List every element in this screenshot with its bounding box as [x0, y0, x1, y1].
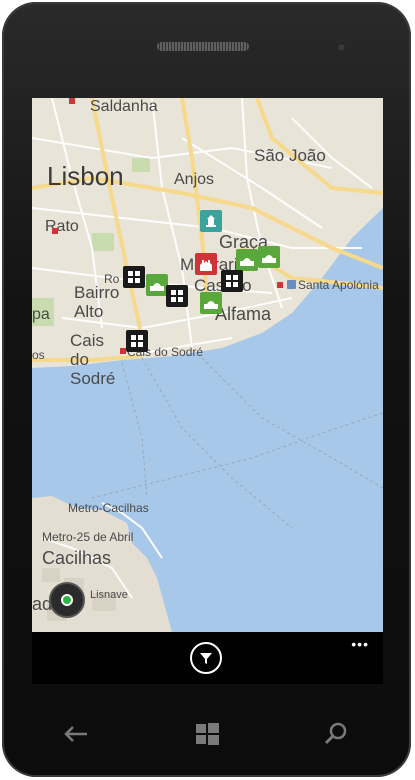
front-camera [337, 43, 346, 52]
map-label-cais-do-sodre: Cais do Sodré [70, 331, 116, 388]
location-dot-icon [61, 594, 73, 606]
monument-icon [206, 215, 216, 227]
map-label-rato: Rato [45, 218, 79, 235]
mosque-pin[interactable] [200, 292, 222, 314]
earpiece [157, 42, 249, 51]
mosque-pin[interactable] [146, 274, 168, 296]
map-label-saldanha: Saldanha [90, 98, 158, 115]
museum-pin[interactable] [123, 266, 145, 288]
church-pin[interactable] [195, 253, 217, 275]
map-label-bairro-alto: Bairro Alto [74, 283, 120, 321]
map-label-lisbon: Lisbon [47, 161, 124, 191]
metro-marker [120, 348, 126, 354]
mosque-icon [240, 258, 254, 266]
mosque-icon [204, 301, 218, 309]
filter-button[interactable] [190, 642, 222, 674]
window-grid-icon [226, 275, 238, 287]
window-grid-icon [128, 271, 140, 283]
landmark-pin[interactable] [200, 210, 222, 232]
metro-marker [52, 228, 58, 234]
filter-icon [200, 653, 212, 664]
mosque-icon [150, 283, 164, 291]
windows-logo-icon [196, 723, 219, 745]
map-label-anjos: Anjos [174, 171, 215, 188]
map-label-alfama: Alfama [215, 304, 272, 324]
map-label-santa-apolonia: Santa Apolónia [298, 278, 379, 292]
metro-marker [69, 98, 75, 104]
map-view[interactable]: Saldanha Lisbon Anjos São João Rato Graç… [32, 98, 383, 632]
mosque-pin[interactable] [236, 249, 258, 271]
museum-pin[interactable] [221, 270, 243, 292]
locate-me-button[interactable] [49, 582, 85, 618]
more-options-button[interactable]: ••• [351, 636, 369, 652]
app-bar: ••• [32, 632, 383, 684]
map-label-partial-pa: pa [32, 306, 50, 323]
search-icon [324, 722, 347, 745]
map-label-partial-os: os [32, 348, 45, 362]
map-label-metro-cacilhas: Metro-Cacilhas [68, 501, 149, 515]
map-label-sao-joao: São João [254, 146, 326, 165]
window-grid-icon [131, 335, 143, 347]
museum-pin[interactable] [126, 330, 148, 352]
map-label-lisnave: Lisnave [90, 589, 128, 601]
window-grid-icon [171, 290, 183, 302]
mosque-pin[interactable] [258, 246, 280, 268]
phone-frame: Saldanha Lisbon Anjos São João Rato Graç… [0, 0, 415, 780]
search-button[interactable] [316, 718, 356, 750]
map-label-rossio-partial: Ro [104, 272, 120, 286]
train-icon [287, 280, 296, 289]
map-label-cacilhas: Cacilhas [42, 548, 112, 568]
metro-marker [277, 282, 283, 288]
start-button[interactable] [187, 718, 227, 750]
museum-pin[interactable] [166, 285, 188, 307]
back-arrow-icon [64, 726, 87, 742]
back-button[interactable] [56, 718, 96, 750]
church-icon [200, 260, 212, 271]
mosque-icon [262, 255, 276, 263]
map-label-metro-25-abril: Metro-25 de Abril [42, 530, 134, 544]
